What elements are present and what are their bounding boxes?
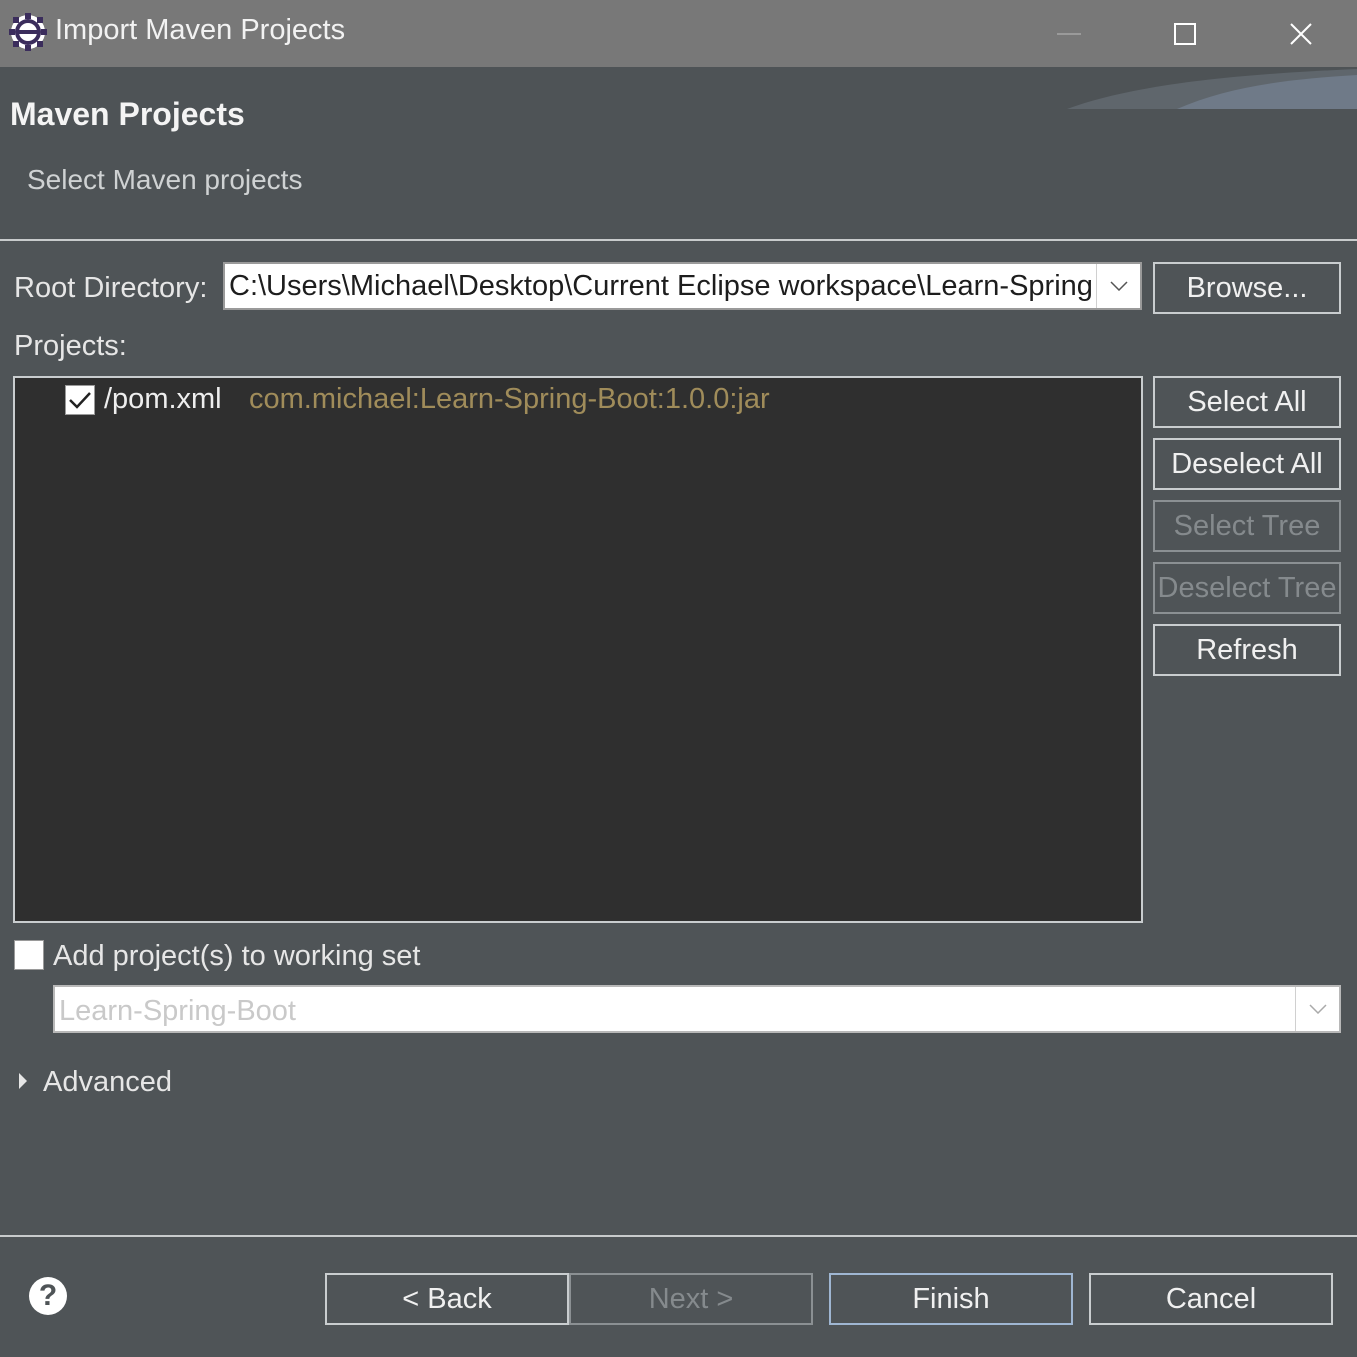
help-icon[interactable]: ? xyxy=(29,1277,67,1315)
checkmark-icon xyxy=(69,392,91,409)
project-path[interactable]: /pom.xml xyxy=(104,383,222,416)
deselect-tree-button[interactable]: Deselect Tree xyxy=(1153,562,1341,614)
page-subtitle: Select Maven projects xyxy=(27,164,303,195)
working-set-combo[interactable]: Learn-Spring-Boot xyxy=(53,985,1341,1033)
header-divider xyxy=(0,239,1357,241)
chevron-down-icon xyxy=(1308,1004,1327,1014)
working-set-checkbox[interactable] xyxy=(14,940,44,970)
refresh-button[interactable]: Refresh xyxy=(1153,624,1341,676)
eclipse-gear-icon xyxy=(9,13,47,51)
select-all-button[interactable]: Select All xyxy=(1153,376,1341,428)
window-title: Import Maven Projects xyxy=(55,14,346,46)
close-icon xyxy=(1290,22,1312,45)
root-directory-value[interactable]: C:\Users\Michael\Desktop\Current Eclipse… xyxy=(229,270,1097,303)
chevron-right-icon[interactable] xyxy=(17,1071,29,1091)
select-tree-button[interactable]: Select Tree xyxy=(1153,500,1341,552)
banner-graphic xyxy=(1067,69,1357,109)
deselect-all-button[interactable]: Deselect All xyxy=(1153,438,1341,490)
footer-divider xyxy=(0,1235,1357,1237)
advanced-section-toggle[interactable]: Advanced xyxy=(43,1066,172,1099)
project-checkbox[interactable] xyxy=(65,385,95,415)
root-directory-dropdown[interactable] xyxy=(1096,264,1140,308)
working-set-dropdown[interactable] xyxy=(1295,987,1339,1031)
chevron-down-icon xyxy=(1109,281,1128,291)
next-button[interactable]: Next > xyxy=(569,1273,813,1325)
root-directory-combo[interactable]: C:\Users\Michael\Desktop\Current Eclipse… xyxy=(223,262,1142,310)
maximize-icon xyxy=(1174,22,1196,45)
maximize-button[interactable] xyxy=(1127,0,1243,67)
working-set-label[interactable]: Add project(s) to working set xyxy=(53,940,420,973)
finish-button[interactable]: Finish xyxy=(829,1273,1073,1325)
close-button[interactable] xyxy=(1243,0,1357,67)
browse-button[interactable]: Browse... xyxy=(1153,262,1341,314)
minimize-button[interactable] xyxy=(1011,0,1127,67)
projects-label: Projects: xyxy=(14,330,127,362)
working-set-value: Learn-Spring-Boot xyxy=(59,995,296,1027)
root-directory-label: Root Directory: xyxy=(14,272,208,304)
minimize-icon xyxy=(1057,32,1081,35)
page-title: Maven Projects xyxy=(10,96,245,132)
cancel-button[interactable]: Cancel xyxy=(1089,1273,1333,1325)
project-artifact: com.michael:Learn-Spring-Boot:1.0.0:jar xyxy=(249,383,770,415)
back-button[interactable]: < Back xyxy=(325,1273,569,1325)
projects-tree[interactable] xyxy=(13,376,1143,923)
